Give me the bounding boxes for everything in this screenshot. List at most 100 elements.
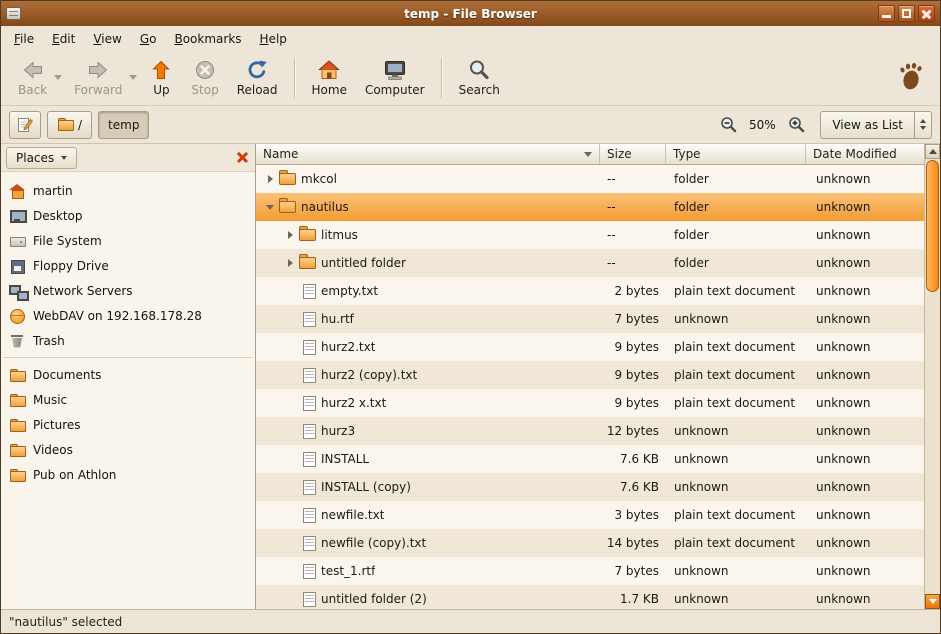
- home-button[interactable]: Home: [303, 55, 356, 100]
- titlebar[interactable]: temp - File Browser: [1, 1, 940, 26]
- date-cell: unknown: [806, 508, 924, 522]
- table-row[interactable]: newfile (copy).txt 14 bytes plain text d…: [256, 529, 924, 557]
- table-row[interactable]: untitled folder (2) 1.7 KB unknown unkno…: [256, 585, 924, 609]
- table-row-selected[interactable]: nautilus -- folder unknown: [256, 193, 924, 221]
- sidebar-view-selector[interactable]: Places: [6, 147, 77, 169]
- maximize-icon[interactable]: [898, 5, 915, 22]
- column-header-date-modified[interactable]: Date Modified: [806, 144, 924, 165]
- table-row[interactable]: newfile.txt 3 bytes plain text document …: [256, 501, 924, 529]
- toolbar-separator: [294, 58, 296, 98]
- up-button[interactable]: Up: [140, 55, 182, 100]
- date-cell: unknown: [806, 424, 924, 438]
- text-file-icon: [303, 480, 316, 495]
- table-row[interactable]: hurz2 (copy).txt 9 bytes plain text docu…: [256, 361, 924, 389]
- list-header: Name Size Type Date Modified: [256, 144, 924, 165]
- date-cell: unknown: [806, 564, 924, 578]
- menu-file[interactable]: File: [5, 28, 43, 50]
- name-cell: untitled folder (2): [256, 585, 600, 609]
- forward-button[interactable]: Forward: [65, 55, 131, 100]
- sidebar-item-pictures[interactable]: Pictures: [1, 412, 255, 437]
- scroll-down-icon[interactable]: [925, 594, 940, 609]
- sidebar-item-pub-on-athlon[interactable]: Pub on Athlon: [1, 462, 255, 487]
- reload-icon: [245, 58, 269, 82]
- table-row[interactable]: empty.txt 2 bytes plain text document un…: [256, 277, 924, 305]
- table-row[interactable]: hurz3 12 bytes unknown unknown: [256, 417, 924, 445]
- size-cell: 7.6 KB: [600, 452, 666, 466]
- expander-collapsed-icon[interactable]: [263, 171, 279, 187]
- table-row[interactable]: INSTALL (copy) 7.6 KB unknown unknown: [256, 473, 924, 501]
- scrollbar-thumb[interactable]: [926, 160, 939, 292]
- stop-button[interactable]: Stop: [182, 55, 227, 100]
- sidebar-item-music[interactable]: Music: [1, 387, 255, 412]
- size-cell: --: [600, 256, 666, 270]
- table-row[interactable]: test_1.rtf 7 bytes unknown unknown: [256, 557, 924, 585]
- path-button-root[interactable]: /: [47, 111, 92, 139]
- sidebar-item-martin[interactable]: martin: [1, 178, 255, 203]
- sort-descending-icon: [584, 152, 592, 157]
- computer-button[interactable]: Computer: [356, 55, 434, 100]
- name-cell: newfile (copy).txt: [256, 529, 600, 557]
- menu-help[interactable]: Help: [251, 28, 296, 50]
- view-mode-stepper-icon[interactable]: [914, 112, 931, 138]
- sidebar-item-videos[interactable]: Videos: [1, 437, 255, 462]
- menu-bookmarks[interactable]: Bookmarks: [165, 28, 250, 50]
- view-mode-select[interactable]: View as List: [820, 111, 932, 139]
- table-row[interactable]: hurz2 x.txt 9 bytes plain text document …: [256, 389, 924, 417]
- text-file-icon: [303, 592, 316, 607]
- back-history-dropdown-icon[interactable]: [52, 75, 63, 80]
- sidebar-item-webdav[interactable]: WebDAV on 192.168.178.28: [1, 303, 255, 328]
- toggle-location-entry-button[interactable]: [9, 111, 41, 139]
- table-row[interactable]: untitled folder -- folder unknown: [256, 249, 924, 277]
- search-button[interactable]: Search: [450, 55, 509, 100]
- sidebar-item-network-servers[interactable]: Network Servers: [1, 278, 255, 303]
- table-row[interactable]: hu.rtf 7 bytes unknown unknown: [256, 305, 924, 333]
- sidebar-item-trash[interactable]: Trash: [1, 328, 255, 353]
- expander-collapsed-icon[interactable]: [283, 227, 299, 243]
- scroll-up-icon[interactable]: [925, 144, 940, 159]
- table-row[interactable]: litmus -- folder unknown: [256, 221, 924, 249]
- vertical-scrollbar[interactable]: [924, 144, 940, 609]
- webdav-globe-icon: [9, 308, 25, 324]
- table-row[interactable]: INSTALL 7.6 KB unknown unknown: [256, 445, 924, 473]
- reload-button[interactable]: Reload: [228, 55, 287, 100]
- table-row[interactable]: hurz2.txt 9 bytes plain text document un…: [256, 333, 924, 361]
- sidebar-item-floppy-drive[interactable]: Floppy Drive: [1, 253, 255, 278]
- path-button-temp[interactable]: temp: [98, 111, 149, 139]
- close-sidebar-icon[interactable]: [235, 150, 250, 165]
- type-cell: unknown: [666, 424, 806, 438]
- zoom-out-button[interactable]: [716, 113, 740, 137]
- date-cell: unknown: [806, 172, 924, 186]
- expander-collapsed-icon[interactable]: [283, 255, 299, 271]
- zoom-level: 50%: [746, 118, 778, 132]
- minimize-icon[interactable]: [878, 5, 895, 22]
- zoom-out-icon: [720, 116, 737, 133]
- menu-go[interactable]: Go: [131, 28, 166, 50]
- column-header-type[interactable]: Type: [666, 144, 806, 165]
- column-header-size[interactable]: Size: [600, 144, 666, 165]
- name-cell: empty.txt: [256, 277, 600, 305]
- sidebar-item-documents[interactable]: Documents: [1, 362, 255, 387]
- back-button[interactable]: Back: [9, 55, 56, 100]
- table-row[interactable]: mkcol -- folder unknown: [256, 165, 924, 193]
- sidebar-item-file-system[interactable]: File System: [1, 228, 255, 253]
- date-cell: unknown: [806, 256, 924, 270]
- file-list-pane: Name Size Type Date Modified mkcol -- fo…: [256, 144, 940, 609]
- forward-history-dropdown-icon[interactable]: [127, 75, 138, 80]
- scrollbar-track[interactable]: [925, 159, 940, 594]
- size-cell: 7 bytes: [600, 312, 666, 326]
- type-cell: plain text document: [666, 508, 806, 522]
- network-icon: [9, 283, 25, 299]
- trash-icon: [9, 333, 25, 349]
- size-cell: 7 bytes: [600, 564, 666, 578]
- zoom-in-button[interactable]: [784, 113, 808, 137]
- name-cell: hurz2 x.txt: [256, 389, 600, 417]
- menu-edit[interactable]: Edit: [43, 28, 84, 50]
- sidebar-item-desktop[interactable]: Desktop: [1, 203, 255, 228]
- type-cell: plain text document: [666, 396, 806, 410]
- expander-expanded-icon[interactable]: [263, 199, 279, 215]
- close-icon[interactable]: [918, 5, 935, 22]
- size-cell: --: [600, 172, 666, 186]
- menu-view[interactable]: View: [84, 28, 130, 50]
- column-header-name[interactable]: Name: [256, 144, 600, 165]
- folder-icon: [9, 367, 25, 383]
